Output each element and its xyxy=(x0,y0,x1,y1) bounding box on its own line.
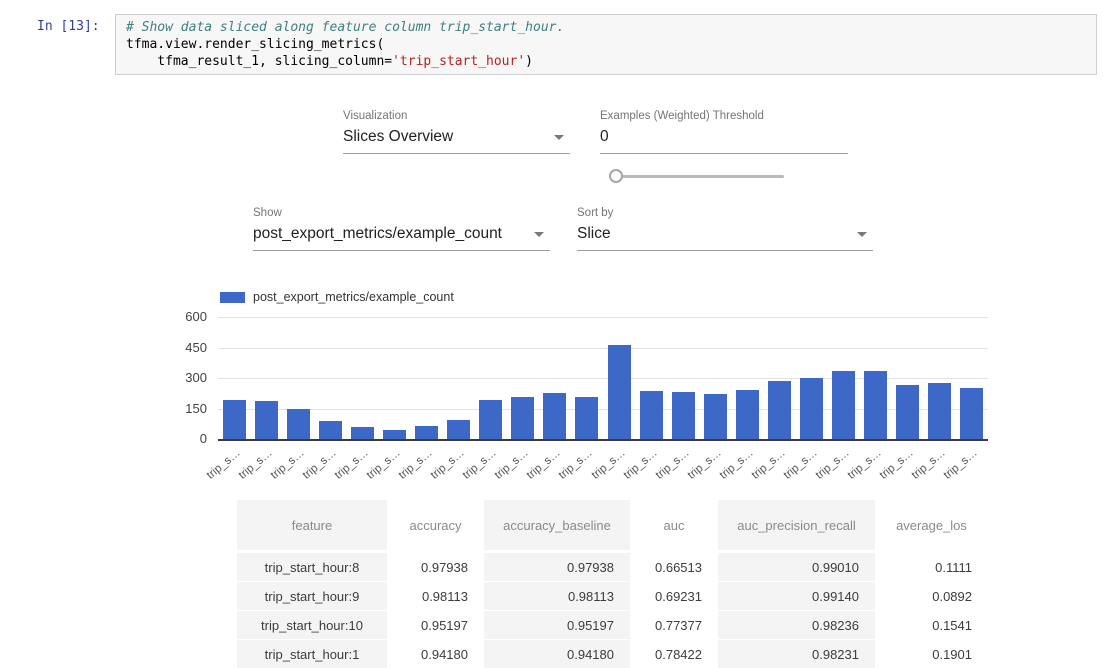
threshold-field[interactable]: Examples (Weighted) Threshold 0 xyxy=(600,110,848,154)
cell-prompt: In [13]: xyxy=(37,19,100,34)
chart-bar[interactable] xyxy=(672,392,695,439)
chart-legend: post_export_metrics/example_count xyxy=(220,290,454,304)
chart-bar[interactable] xyxy=(543,393,566,439)
column-header: accuracy_baseline xyxy=(484,500,630,550)
table-cell: 0.98113 xyxy=(484,582,630,610)
table-cell: 0.95197 xyxy=(387,611,484,639)
table-row[interactable]: trip_start_hour:80.979380.979380.665130.… xyxy=(237,553,973,581)
table-cell: 0.66513 xyxy=(630,553,718,581)
y-axis-tick-label: 600 xyxy=(163,309,207,324)
column-header: auc_precision_recall xyxy=(718,500,875,550)
column-header: auc xyxy=(630,500,718,550)
visualization-dropdown[interactable]: Visualization Slices Overview xyxy=(343,110,570,154)
chart-bar[interactable] xyxy=(736,390,759,439)
chart-bar[interactable] xyxy=(511,397,534,439)
y-axis-tick-label: 0 xyxy=(163,431,207,446)
y-axis-tick-label: 450 xyxy=(163,340,207,355)
chart-bar[interactable] xyxy=(223,400,246,439)
table-cell: 0.98231 xyxy=(718,640,875,668)
table-cell: 0.94180 xyxy=(484,640,630,668)
chart-bar[interactable] xyxy=(704,394,727,439)
table-cell: 0.1541 xyxy=(875,611,973,639)
sort-by-dropdown[interactable]: Sort by Slice xyxy=(577,207,873,251)
threshold-input[interactable]: 0 xyxy=(600,125,848,154)
table-header-row: featureaccuracyaccuracy_baselineaucauc_p… xyxy=(237,500,973,550)
sort-by-value[interactable]: Slice xyxy=(577,222,873,251)
code-string: 'trip_start_hour' xyxy=(392,54,525,69)
notebook-page: In [13]: # Show data sliced along featur… xyxy=(0,0,1111,668)
chevron-down-icon[interactable] xyxy=(857,232,867,237)
chart-axis-baseline xyxy=(218,439,988,441)
table-cell: 0.99010 xyxy=(718,553,875,581)
table-cell: trip_start_hour:8 xyxy=(237,553,387,581)
chart-bar[interactable] xyxy=(832,371,855,439)
chart-bar[interactable] xyxy=(800,378,823,439)
code-cell[interactable]: # Show data sliced along feature column … xyxy=(115,14,1097,75)
table-cell: 0.0892 xyxy=(875,582,973,610)
show-value[interactable]: post_export_metrics/example_count xyxy=(253,222,550,251)
chart-gridline xyxy=(218,317,988,318)
table-cell: 0.1901 xyxy=(875,640,973,668)
chart-bar[interactable] xyxy=(768,381,791,439)
table-cell: 0.98113 xyxy=(387,582,484,610)
table-row[interactable]: trip_start_hour:100.951970.951970.773770… xyxy=(237,611,973,639)
legend-label: post_export_metrics/example_count xyxy=(253,290,454,304)
column-header: feature xyxy=(237,500,387,550)
threshold-slider-track[interactable] xyxy=(620,175,784,178)
table-cell: 0.97938 xyxy=(484,553,630,581)
chart-bar[interactable] xyxy=(319,421,342,439)
chart-bar[interactable] xyxy=(447,420,470,439)
table-cell: 0.78422 xyxy=(630,640,718,668)
chart-bar[interactable] xyxy=(575,397,598,439)
table-cell: 0.99140 xyxy=(718,582,875,610)
chart-bar[interactable] xyxy=(479,400,502,439)
legend-swatch xyxy=(220,292,245,303)
chart-bar[interactable] xyxy=(415,426,438,439)
column-header: average_los xyxy=(875,500,973,550)
table-cell: 0.77377 xyxy=(630,611,718,639)
chart-bar[interactable] xyxy=(351,427,374,439)
table-cell: 0.98236 xyxy=(718,611,875,639)
visualization-value[interactable]: Slices Overview xyxy=(343,125,570,154)
chart-gridline xyxy=(218,348,988,349)
chart-bar[interactable] xyxy=(287,409,310,439)
threshold-label: Examples (Weighted) Threshold xyxy=(600,110,848,122)
chevron-down-icon[interactable] xyxy=(554,135,564,140)
table-cell: 0.97938 xyxy=(387,553,484,581)
chart-bar[interactable] xyxy=(383,430,406,439)
chart-bar[interactable] xyxy=(640,391,663,439)
chart-bar[interactable] xyxy=(896,385,919,439)
visualization-label: Visualization xyxy=(343,110,570,122)
table-cell: 0.69231 xyxy=(630,582,718,610)
chart-bar[interactable] xyxy=(608,345,631,439)
sort-by-label: Sort by xyxy=(577,207,873,219)
table-cell: trip_start_hour:9 xyxy=(237,582,387,610)
chart-bar[interactable] xyxy=(864,371,887,439)
code-line3: tfma_result_1, slicing_column='trip_star… xyxy=(126,54,533,69)
chart-bar[interactable] xyxy=(928,383,951,439)
table-cell: trip_start_hour:10 xyxy=(237,611,387,639)
metrics-table: featureaccuracyaccuracy_baselineaucauc_p… xyxy=(237,500,973,668)
table-cell: 0.1111 xyxy=(875,553,973,581)
y-axis-tick-label: 150 xyxy=(163,401,207,416)
table-cell: trip_start_hour:1 xyxy=(237,640,387,668)
threshold-slider-handle[interactable] xyxy=(609,169,623,183)
column-header: accuracy xyxy=(387,500,484,550)
table-cell: 0.94180 xyxy=(387,640,484,668)
chevron-down-icon[interactable] xyxy=(534,232,544,237)
show-dropdown[interactable]: Show post_export_metrics/example_count xyxy=(253,207,550,251)
code-comment: # Show data sliced along feature column … xyxy=(126,20,564,35)
code-line2: tfma.view.render_slicing_metrics( xyxy=(126,37,384,52)
chart-bar[interactable] xyxy=(255,401,278,439)
show-label: Show xyxy=(253,207,550,219)
table-row[interactable]: trip_start_hour:10.941800.941800.784220.… xyxy=(237,640,973,668)
chart-bar[interactable] xyxy=(960,388,983,439)
table-cell: 0.95197 xyxy=(484,611,630,639)
table-row[interactable]: trip_start_hour:90.981130.981130.692310.… xyxy=(237,582,973,610)
y-axis-tick-label: 300 xyxy=(163,370,207,385)
